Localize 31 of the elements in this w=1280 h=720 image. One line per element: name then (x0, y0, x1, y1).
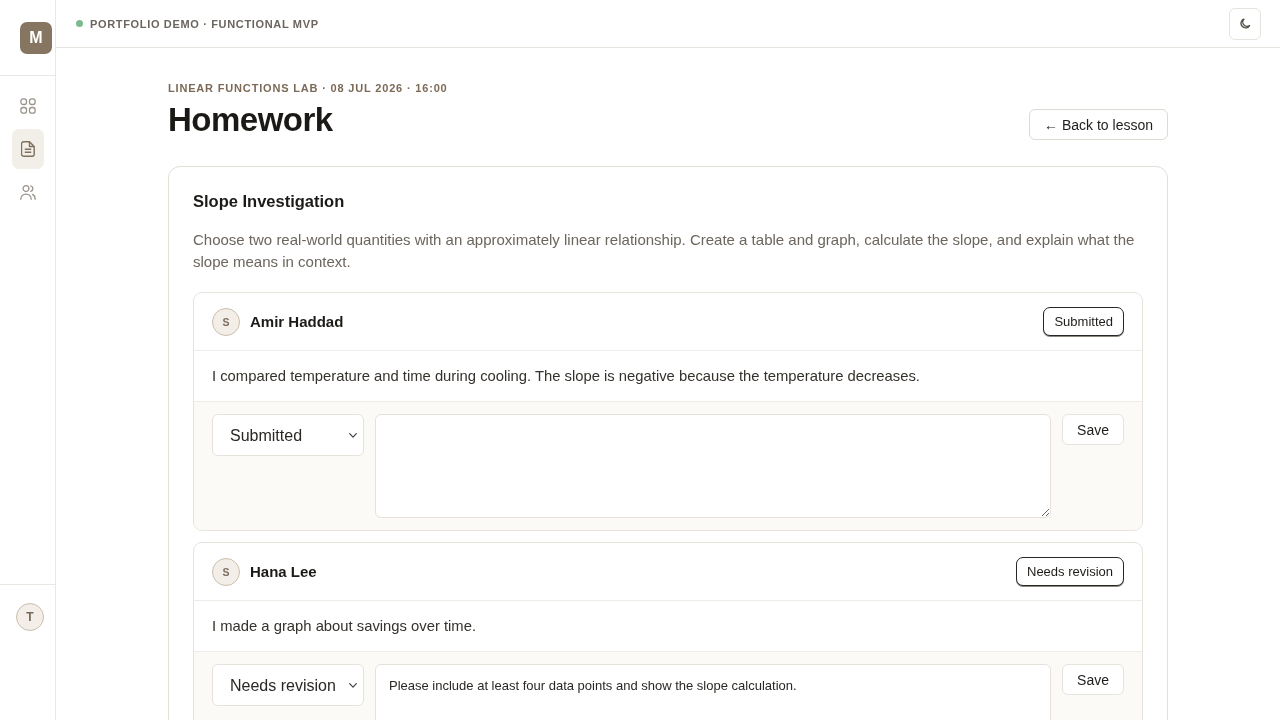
feedback-field[interactable]: Please include at least four data points and show the slope calculation. (375, 664, 1052, 720)
response-text: I made a graph about savings over time. (212, 618, 477, 634)
chevron-icon (349, 683, 357, 688)
feedback-field[interactable] (375, 414, 1052, 518)
save-button[interactable]: Save (1062, 664, 1124, 695)
status-badge: Needs revision (1016, 557, 1124, 586)
status-dot-icon (76, 20, 83, 27)
student-avatar: S (212, 307, 240, 336)
app-logo: M (20, 21, 52, 54)
back-button[interactable]: ← Back to lesson (1029, 109, 1168, 140)
status-badge: Submitted (1043, 307, 1124, 336)
chevron-icon (349, 433, 357, 438)
people-icon (20, 184, 36, 200)
assignment-title: Slope Investigation (193, 192, 346, 211)
student-name: Amir Haddad (250, 313, 344, 330)
student-avatar: S (212, 557, 240, 586)
user-avatar[interactable]: T (16, 603, 44, 631)
theme-toggle-button[interactable] (1229, 7, 1261, 40)
page-title: Homework (168, 100, 333, 140)
lesson-info: LINEAR FUNCTIONS LAB · 08 JUL 2026 · 16:00 (168, 82, 448, 94)
response-text: I compared temperature and time during cooling. The slope is negative because the temperature decreases. (212, 368, 920, 384)
nav-button[interactable] (12, 129, 44, 169)
status-select[interactable]: Needs revision (212, 664, 364, 706)
status-select[interactable]: Submitted (212, 414, 364, 456)
status-label: PORTFOLIO DEMO · FUNCTIONAL MVP (90, 17, 319, 30)
document-icon (21, 141, 35, 157)
moon-icon (1239, 18, 1251, 29)
grid-icon (20, 98, 36, 114)
student-name: Hana Lee (250, 563, 317, 580)
assignment-description: Choose two real-world quantities with an approximately linear relationship. Create a table and graph, calculate the slope, and explain what the slope means in context. (193, 230, 1136, 272)
save-button[interactable]: Save (1062, 414, 1124, 445)
